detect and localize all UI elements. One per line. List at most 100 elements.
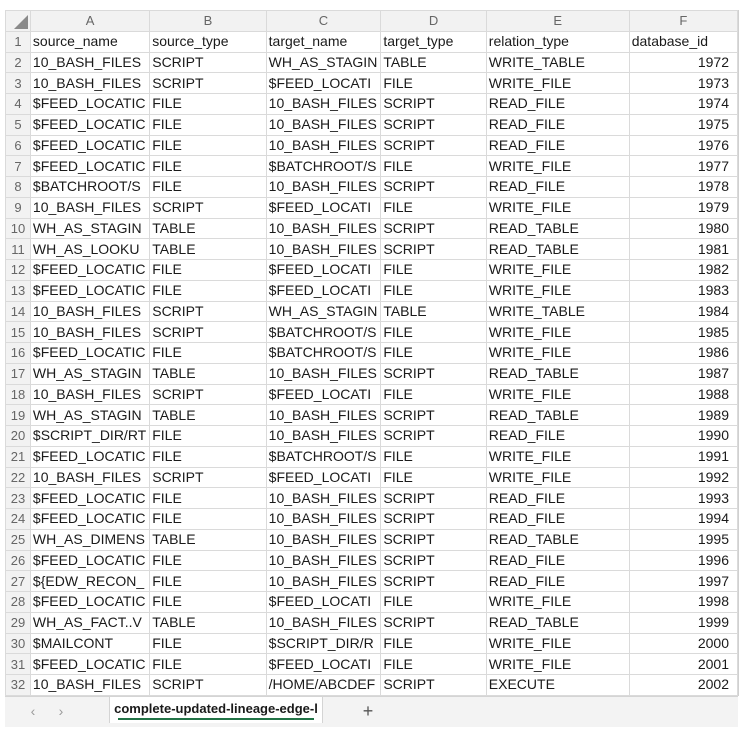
column-header-c[interactable]: C	[265, 10, 382, 32]
row-header[interactable]: 4	[5, 93, 31, 115]
cell-c30[interactable]: $SCRIPT_DIR/R	[265, 632, 382, 655]
cell-b24[interactable]: FILE	[149, 508, 267, 530]
cell-c5[interactable]: 10_BASH_FILES	[265, 113, 382, 136]
cell-e28[interactable]: WRITE_FILE	[485, 591, 630, 613]
cell-f19[interactable]: 1989	[628, 404, 738, 426]
cell-a9[interactable]: 10_BASH_FILES	[29, 196, 151, 219]
cell-e21[interactable]: WRITE_FILE	[485, 445, 630, 468]
row-header[interactable]: 8	[5, 176, 31, 198]
cell-b6[interactable]: FILE	[149, 134, 267, 157]
cell-b20[interactable]: FILE	[149, 425, 267, 447]
cell-table[interactable]: ABCDEF 1 source_name source_type target_nam…	[5, 10, 738, 696]
cell-b32[interactable]: SCRIPT	[149, 674, 267, 696]
row-header[interactable]: 25	[5, 528, 31, 551]
cell-a22[interactable]: 10_BASH_FILES	[29, 466, 151, 489]
row-header[interactable]: 28	[5, 591, 31, 613]
cell-f16[interactable]: 1986	[628, 342, 738, 364]
cell-a11[interactable]: WH_AS_LOOKU	[29, 238, 151, 260]
cell-f15[interactable]: 1985	[628, 321, 738, 343]
cell-d3[interactable]: FILE	[380, 72, 487, 94]
cell-d24[interactable]: SCRIPT	[380, 508, 487, 530]
cell-d19[interactable]: SCRIPT	[380, 404, 487, 426]
cell-c29[interactable]: 10_BASH_FILES	[265, 611, 382, 634]
cell-e27[interactable]: READ_FILE	[485, 570, 630, 592]
row-header[interactable]: 21	[5, 445, 31, 468]
cell-b11[interactable]: TABLE	[149, 238, 267, 260]
row-header[interactable]: 30	[5, 632, 31, 655]
row-header[interactable]: 24	[5, 508, 31, 530]
cell-d30[interactable]: FILE	[380, 632, 487, 655]
spreadsheet-grid[interactable]: ABCDEF 1 source_name source_type target_nam…	[5, 10, 739, 696]
cell-f2[interactable]: 1972	[628, 51, 738, 74]
cell-f3[interactable]: 1973	[628, 72, 738, 94]
cell-d28[interactable]: FILE	[380, 591, 487, 613]
cell-c8[interactable]: 10_BASH_FILES	[265, 176, 382, 198]
cell-c14[interactable]: WH_AS_STAGIN	[265, 300, 382, 323]
cell-a13[interactable]: $FEED_LOCATIC	[29, 279, 151, 302]
cell-b4[interactable]: FILE	[149, 93, 267, 115]
cell-e26[interactable]: READ_FILE	[485, 549, 630, 572]
cell-b19[interactable]: TABLE	[149, 404, 267, 426]
cell-d8[interactable]: SCRIPT	[380, 176, 487, 198]
cell-f12[interactable]: 1982	[628, 259, 738, 281]
cell-f32[interactable]: 2002	[628, 674, 738, 696]
cell-d20[interactable]: SCRIPT	[380, 425, 487, 447]
cell-d29[interactable]: SCRIPT	[380, 611, 487, 634]
column-header-b[interactable]: B	[149, 10, 267, 32]
cell-e23[interactable]: READ_FILE	[485, 487, 630, 509]
cell-f30[interactable]: 2000	[628, 632, 738, 655]
cell-e31[interactable]: WRITE_FILE	[485, 653, 630, 675]
cell-e14[interactable]: WRITE_TABLE	[485, 300, 630, 323]
cell-f13[interactable]: 1983	[628, 279, 738, 302]
cell-b15[interactable]: SCRIPT	[149, 321, 267, 343]
cell-e3[interactable]: WRITE_FILE	[485, 72, 630, 94]
cell-a4[interactable]: $FEED_LOCATIC	[29, 93, 151, 115]
cell-c18[interactable]: $FEED_LOCATI	[265, 383, 382, 406]
cell-e2[interactable]: WRITE_TABLE	[485, 51, 630, 74]
row-header[interactable]: 2	[5, 51, 31, 74]
cell-d11[interactable]: SCRIPT	[380, 238, 487, 260]
cell-f31[interactable]: 2001	[628, 653, 738, 675]
cell-c22[interactable]: $FEED_LOCATI	[265, 466, 382, 489]
cell-a2[interactable]: 10_BASH_FILES	[29, 51, 151, 74]
cell-c12[interactable]: $FEED_LOCATI	[265, 259, 382, 281]
cell-d5[interactable]: SCRIPT	[380, 113, 487, 136]
cell-c17[interactable]: 10_BASH_FILES	[265, 362, 382, 385]
cell-f20[interactable]: 1990	[628, 425, 738, 447]
cell-b27[interactable]: FILE	[149, 570, 267, 592]
cell-c6[interactable]: 10_BASH_FILES	[265, 134, 382, 157]
cell-b28[interactable]: FILE	[149, 591, 267, 613]
cell-f1[interactable]: database_id	[628, 30, 738, 53]
cell-b13[interactable]: FILE	[149, 279, 267, 302]
cell-a19[interactable]: WH_AS_STAGIN	[29, 404, 151, 426]
cell-c31[interactable]: $FEED_LOCATI	[265, 653, 382, 675]
cell-e24[interactable]: READ_FILE	[485, 508, 630, 530]
cell-f18[interactable]: 1988	[628, 383, 738, 406]
cell-e29[interactable]: READ_TABLE	[485, 611, 630, 634]
cell-c2[interactable]: WH_AS_STAGIN	[265, 51, 382, 74]
cell-b26[interactable]: FILE	[149, 549, 267, 572]
cell-e20[interactable]: READ_FILE	[485, 425, 630, 447]
cell-f26[interactable]: 1996	[628, 549, 738, 572]
cell-d31[interactable]: FILE	[380, 653, 487, 675]
cell-c13[interactable]: $FEED_LOCATI	[265, 279, 382, 302]
cell-f28[interactable]: 1998	[628, 591, 738, 613]
row-header[interactable]: 14	[5, 300, 31, 323]
cell-b1[interactable]: source_type	[149, 30, 267, 53]
cell-d26[interactable]: SCRIPT	[380, 549, 487, 572]
row-header[interactable]: 11	[5, 238, 31, 260]
cell-e30[interactable]: WRITE_FILE	[485, 632, 630, 655]
cell-c23[interactable]: 10_BASH_FILES	[265, 487, 382, 509]
column-header-a[interactable]: A	[29, 10, 151, 32]
cell-d16[interactable]: FILE	[380, 342, 487, 364]
cell-c21[interactable]: $BATCHROOT/S	[265, 445, 382, 468]
cell-e17[interactable]: READ_TABLE	[485, 362, 630, 385]
row-header[interactable]: 32	[5, 674, 31, 696]
cell-e18[interactable]: WRITE_FILE	[485, 383, 630, 406]
cell-a24[interactable]: $FEED_LOCATIC	[29, 508, 151, 530]
cell-c4[interactable]: 10_BASH_FILES	[265, 93, 382, 115]
cell-d21[interactable]: FILE	[380, 445, 487, 468]
cell-f11[interactable]: 1981	[628, 238, 738, 260]
cell-b10[interactable]: TABLE	[149, 217, 267, 240]
row-header[interactable]: 23	[5, 487, 31, 509]
